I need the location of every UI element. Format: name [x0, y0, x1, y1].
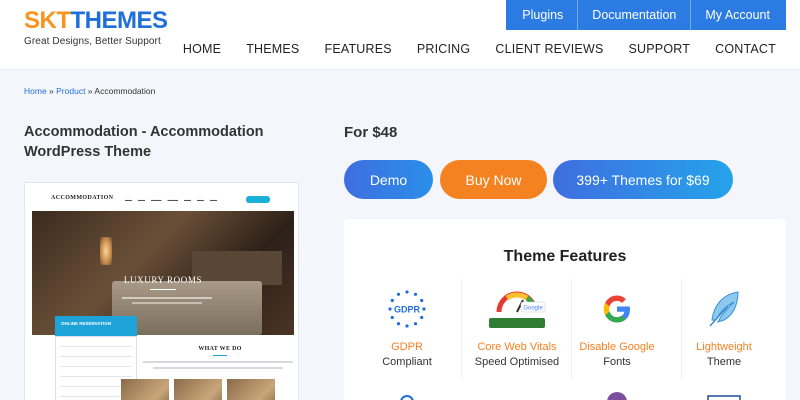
logo-tagline: Great Designs, Better Support — [24, 36, 161, 47]
feature-row2-icon — [562, 389, 672, 400]
features-title: Theme Features — [503, 248, 627, 265]
site-logo[interactable]: SKTTHEMES Great Designs, Better Support — [24, 7, 169, 48]
feature-title: Core Web Vitals — [477, 341, 557, 353]
topbar-link-plugins[interactable]: Plugins — [508, 0, 579, 30]
feature-row2-icon — [352, 389, 462, 400]
preview-reservation-header: ONLINE RESERVATION — [55, 316, 137, 336]
preview-thumbnail — [174, 379, 222, 400]
topbar-link-my-account[interactable]: My Account — [691, 0, 784, 30]
logo-skt: SKT — [24, 7, 71, 34]
nav-themes[interactable]: THEMES — [246, 42, 299, 56]
preview-text-line — [153, 367, 283, 369]
preview-thumbnail — [121, 379, 169, 400]
preview-logo: ACCOMMODATION — [51, 195, 114, 201]
topbar-link-documentation[interactable]: Documentation — [578, 0, 692, 30]
lamp-shape — [100, 237, 112, 265]
breadcrumb-current: Accommodation — [94, 86, 156, 96]
main-navigation: HOME THEMES FEATURES PRICING CLIENT REVI… — [158, 42, 776, 56]
preview-hero-subtext — [132, 302, 202, 304]
preview-hero-subtext — [122, 297, 212, 299]
google-icon — [562, 289, 672, 329]
logo-themes: THEMES — [70, 7, 169, 34]
breadcrumb-product[interactable]: Product — [56, 86, 85, 96]
feather-icon — [669, 289, 779, 329]
breadcrumb-home[interactable]: Home — [24, 86, 47, 96]
feature-core-web-vitals: Google Core Web Vitals Speed Optimised — [462, 289, 572, 368]
nav-home[interactable]: HOME — [183, 42, 221, 56]
breadcrumb-separator: » — [46, 86, 57, 96]
feature-row2-icon — [669, 389, 779, 400]
preview-section-title: WHAT WE DO — [198, 346, 242, 352]
feature-subtitle: Compliant — [382, 356, 432, 368]
pagespeed-icon: Google — [462, 289, 572, 329]
bundle-offer-button[interactable]: 399+ Themes for $69 — [553, 160, 733, 199]
preview-thumbnails — [121, 379, 275, 400]
theme-preview-image[interactable]: ACCOMMODATION ▬▬ ▬▬ ▬▬▬ ▬▬▬ ▬▬ ▬▬ ▬▬ LUXURY RO… — [24, 182, 299, 400]
svg-text:Google: Google — [523, 306, 543, 312]
top-utility-bar: Plugins Documentation My Account — [506, 0, 786, 30]
nav-pricing[interactable]: PRICING — [417, 42, 471, 56]
breadcrumb: Home » Product » Accommodation — [24, 86, 155, 96]
feature-title: GDPR — [391, 341, 423, 353]
theme-features-panel: Theme Features GDPR GDPR Compliant Googl… — [344, 219, 786, 400]
svg-text:GDPR: GDPR — [394, 305, 421, 315]
nav-features[interactable]: FEATURES — [324, 42, 391, 56]
feature-lightweight: Lightweight Theme — [669, 289, 779, 368]
nav-support[interactable]: SUPPORT — [629, 42, 691, 56]
feature-subtitle: Theme — [706, 356, 742, 368]
feature-title: Lightweight — [696, 341, 752, 353]
preview-text-line — [143, 361, 293, 363]
product-title: Accommodation - Accommodation WordPress … — [24, 124, 264, 160]
feature-subtitle: Fonts — [603, 356, 631, 368]
nav-client-reviews[interactable]: CLIENT REVIEWS — [495, 42, 603, 56]
product-price: For $48 — [344, 124, 398, 141]
buy-now-button[interactable]: Buy Now — [440, 160, 547, 199]
feature-disable-google-fonts: Disable Google Fonts — [562, 289, 672, 368]
preview-nav: ▬▬ ▬▬ ▬▬▬ ▬▬▬ ▬▬ ▬▬ ▬▬ — [125, 198, 217, 202]
gdpr-icon: GDPR — [352, 289, 462, 329]
demo-button[interactable]: Demo — [344, 160, 433, 199]
feature-gdpr: GDPR GDPR Compliant — [352, 289, 462, 368]
nav-contact[interactable]: CONTACT — [715, 42, 776, 56]
preview-header-button — [246, 196, 270, 203]
feature-title: Disable Google — [579, 341, 655, 353]
preview-thumbnail — [227, 379, 275, 400]
feature-subtitle: Speed Optimised — [474, 356, 560, 368]
preview-hero-title: LUXURY ROOMS — [123, 275, 203, 285]
preview-section-divider — [213, 355, 227, 356]
site-header: SKTTHEMES Great Designs, Better Support … — [0, 0, 800, 70]
preview-hero-divider — [150, 289, 176, 290]
